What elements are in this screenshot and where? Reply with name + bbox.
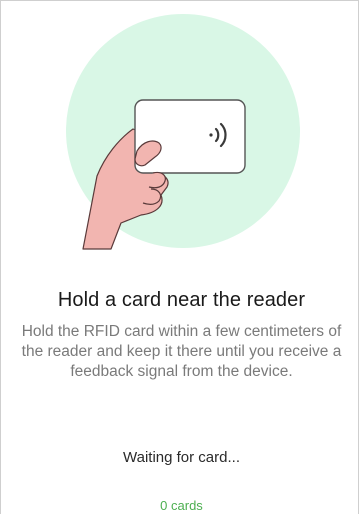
rfid-card-illustration [134,99,246,174]
page-title: Hold a card near the reader [57,289,306,311]
status-text: Waiting for card... [123,449,240,466]
card-scan-panel: Hold a card near the reader Hold the RFI… [0,0,359,514]
card-count: 0 cards [160,498,203,513]
instructions-text: Hold the RFID card within a few centimet… [21,323,342,380]
hand-holding-card-illustration [66,14,300,250]
